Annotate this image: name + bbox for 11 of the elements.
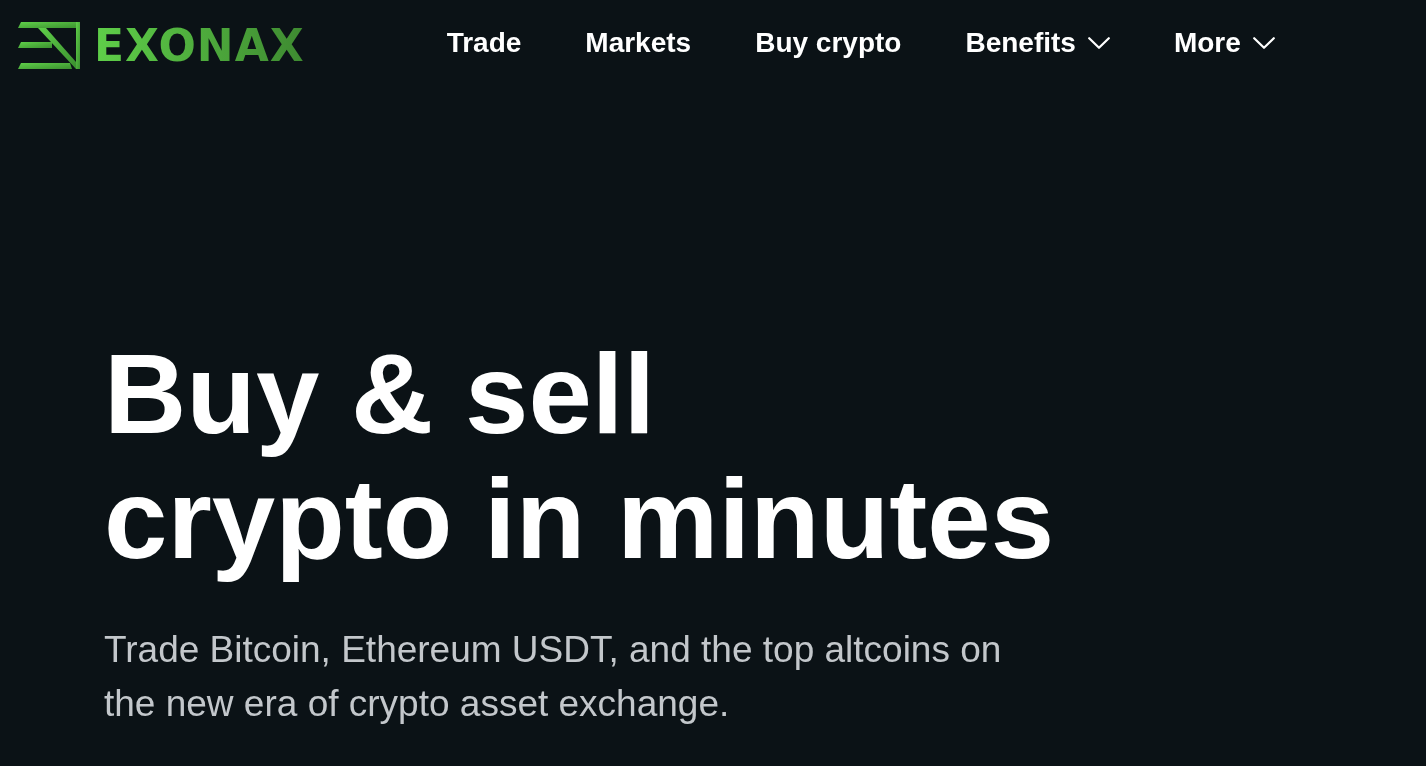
nav-link[interactable]: Trade	[446, 28, 522, 57]
chevron-down-icon	[1252, 36, 1275, 49]
logo-icon	[18, 22, 80, 69]
nav-dropdown[interactable]: More	[1173, 28, 1275, 57]
hero-subtitle: Trade Bitcoin, Ethereum USDT, and the top altcoins on the new era of crypto asset exchange.	[104, 628, 1002, 726]
nav-link[interactable]: Markets	[585, 28, 692, 57]
logo[interactable]: EXONAX	[18, 22, 305, 69]
hero-headline: Buy & sell crypto in minutes	[104, 331, 1055, 581]
nav-link[interactable]: Buy crypto	[755, 28, 902, 57]
nav-dropdown[interactable]: Benefits	[965, 28, 1110, 57]
chevron-down-icon	[1087, 36, 1110, 49]
